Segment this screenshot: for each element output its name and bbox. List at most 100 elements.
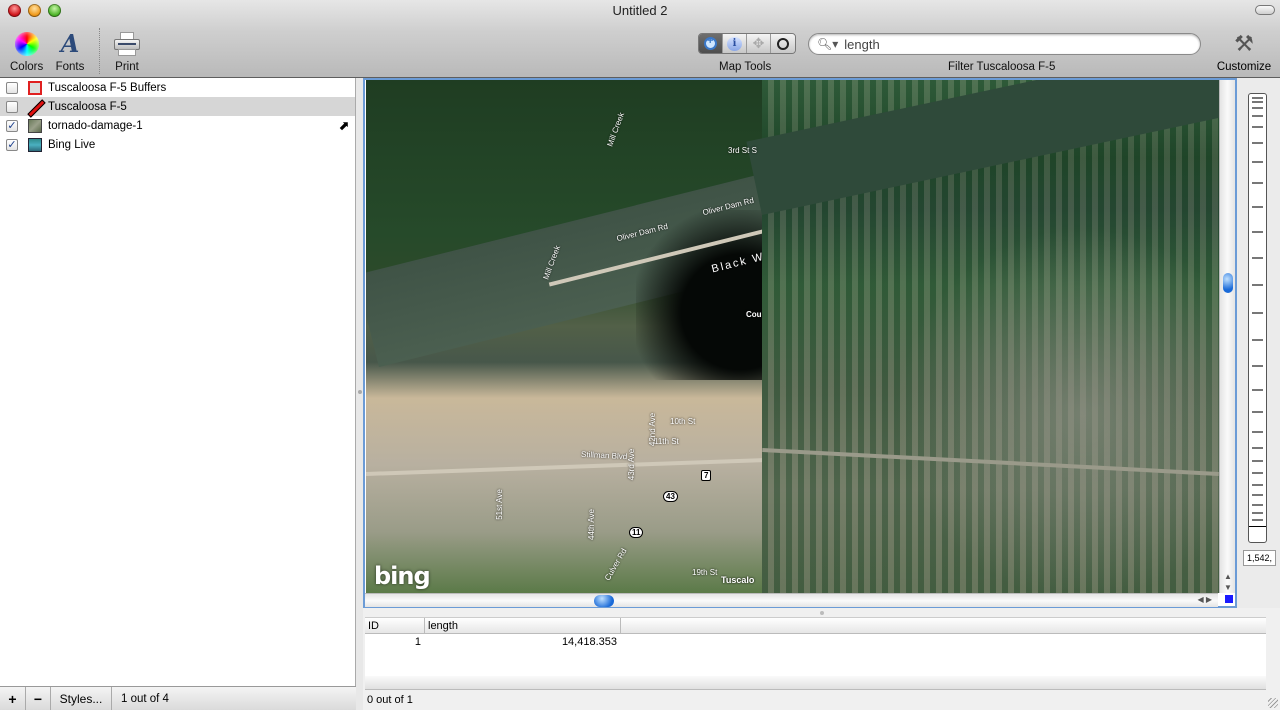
map-label-42nd-ave: 42nd Ave (648, 412, 658, 447)
info-tool-button[interactable]: i (723, 34, 747, 53)
layer-row-tuscaloosa-f5-buffers[interactable]: Tuscaloosa F-5 Buffers (0, 78, 355, 97)
route-shield-7: 7 (701, 470, 712, 481)
attribute-table-header: ID length (365, 617, 1266, 634)
filter-label: Filter Tuscaloosa F-5 (948, 61, 1056, 73)
colors-button[interactable]: Colors (10, 30, 43, 73)
map-tools-segmented-control: i ✥ (698, 33, 796, 54)
fonts-button[interactable]: A Fonts (55, 30, 85, 74)
map-label-tuscaloosa: Tuscalo (721, 575, 755, 585)
filter-search-field[interactable]: 🔍︎▾ (808, 33, 1201, 55)
map-label-county: Cou (746, 310, 762, 319)
layer-visibility-checkbox[interactable] (6, 81, 18, 94)
zoom-tick (1252, 312, 1263, 314)
zoom-tool-button[interactable] (699, 34, 723, 53)
column-header-id[interactable]: ID (365, 618, 425, 633)
zoom-tick (1252, 411, 1263, 413)
toolbar-toggle-button[interactable] (1255, 5, 1275, 15)
zoom-tick (1252, 115, 1263, 117)
zoom-tick (1252, 431, 1263, 433)
zoom-tick (1252, 126, 1263, 128)
add-layer-button[interactable]: + (0, 687, 26, 710)
print-button[interactable]: Print (112, 30, 142, 73)
zoom-slider-indicator[interactable] (1249, 526, 1266, 527)
zoom-tick (1252, 484, 1263, 486)
print-label: Print (115, 61, 139, 73)
zoom-tick (1252, 512, 1263, 514)
zoom-tick (1252, 161, 1263, 163)
magnifier-plus-icon (704, 35, 717, 50)
titlebar-toolbar: Untitled 2 Colors A Fonts Print i ✥ Map … (0, 0, 1280, 78)
attribute-panel-resize-handle[interactable] (820, 611, 824, 615)
cell-length: 14,418.353 (561, 636, 617, 648)
zoom-tick (1252, 389, 1263, 391)
map-label-11th-st: 11th St (654, 437, 679, 446)
info-icon: i (727, 36, 742, 51)
zoom-tick (1252, 339, 1263, 341)
zoom-tick (1252, 97, 1263, 99)
pan-arrows-icon: ✥ (752, 35, 765, 51)
pan-tool-button[interactable]: ✥ (747, 34, 771, 53)
open-external-arrow-icon[interactable]: ⬈ (338, 118, 349, 134)
search-icon[interactable]: 🔍︎▾ (817, 37, 838, 51)
layer-row-bing-live[interactable]: ✓ Bing Live (0, 135, 355, 154)
zoom-panel: 1,542, (1237, 78, 1280, 608)
basemap-thumbnail-icon[interactable] (28, 137, 42, 152)
map-canvas[interactable]: Mill Creek Mill Creek Oliver Dam Rd Oliv… (366, 80, 1219, 593)
route-shield-11: 11 (629, 527, 644, 538)
column-header-empty (621, 618, 1266, 633)
zoom-tick (1252, 284, 1263, 286)
zoom-tick (1252, 472, 1263, 474)
window-title: Untitled 2 (612, 3, 668, 18)
remove-layer-button[interactable]: − (26, 687, 51, 710)
map-vertical-scrollbar[interactable]: ▲ ▼ (1219, 80, 1235, 593)
layer-row-tornado-damage-1[interactable]: ✓ tornado-damage-1 ⬈ (0, 116, 355, 135)
bing-logo: bing (374, 562, 431, 590)
app-window: Untitled 2 Colors A Fonts Print i ✥ Map … (0, 0, 1280, 710)
styles-button[interactable]: Styles... (51, 687, 112, 710)
scroll-up-down-arrows[interactable]: ▲ ▼ (1222, 571, 1234, 593)
layers-footer: + − Styles... 1 out of 4 (0, 686, 356, 710)
zoom-tick (1252, 257, 1263, 259)
map-label-19th-st: 19th St (692, 568, 718, 577)
attribute-table-scrollbar[interactable] (365, 676, 1266, 690)
map-horizontal-scrollbar[interactable]: ◀ ▶ (365, 593, 1218, 607)
colors-label: Colors (10, 61, 44, 73)
hammer-wrench-icon: ⚒ (1234, 31, 1254, 56)
printer-icon (114, 32, 140, 56)
customize-button[interactable]: ⚒ Customize (1214, 30, 1274, 73)
map-vertical-scroll-thumb[interactable] (1223, 273, 1233, 293)
map-view-frame: Mill Creek Mill Creek Oliver Dam Rd Oliv… (363, 78, 1237, 608)
cell-id: 1 (414, 636, 421, 648)
attribute-table-body: 1 14,418.353 (365, 634, 1266, 676)
line-style-icon[interactable] (28, 100, 42, 114)
window-resize-grip[interactable] (1268, 698, 1278, 708)
raster-thumbnail-icon[interactable] (28, 118, 42, 133)
fonts-label: Fonts (55, 61, 85, 73)
map-tools-label: Map Tools (719, 61, 772, 73)
layer-visibility-checkbox[interactable]: ✓ (6, 138, 18, 151)
table-row[interactable]: 1 14,418.353 (365, 634, 1266, 650)
map-label-44th-ave: 44th Ave (587, 509, 596, 540)
toolbar-separator (99, 28, 100, 74)
map-label-51st-ave: 51st Ave (494, 489, 504, 520)
layer-visibility-checkbox[interactable]: ✓ (6, 119, 18, 132)
column-header-length[interactable]: length (425, 618, 621, 633)
zoom-slider[interactable] (1248, 93, 1267, 543)
zoom-tick (1252, 142, 1263, 144)
map-label-43rd-ave: 43rd Ave (627, 448, 637, 481)
lasso-tool-button[interactable] (771, 34, 795, 53)
color-wheel-icon (14, 32, 39, 56)
zoom-level-field[interactable]: 1,542, (1243, 550, 1276, 566)
split-view-divider-handle[interactable] (358, 390, 362, 394)
polygon-style-icon[interactable] (28, 80, 42, 95)
layer-row-tuscaloosa-f5[interactable]: Tuscaloosa F-5 (0, 97, 355, 116)
layer-name: Tuscaloosa F-5 Buffers (48, 81, 167, 94)
lasso-icon (777, 37, 789, 50)
customize-label: Customize (1216, 61, 1272, 73)
filter-search-input[interactable] (844, 36, 1185, 52)
map-corner-indicator (1225, 595, 1233, 603)
layer-visibility-checkbox[interactable] (6, 100, 18, 113)
map-horizontal-scroll-thumb[interactable] (594, 595, 614, 607)
zoom-tick (1252, 206, 1263, 208)
scroll-left-right-arrows[interactable]: ◀ ▶ (1197, 595, 1212, 604)
